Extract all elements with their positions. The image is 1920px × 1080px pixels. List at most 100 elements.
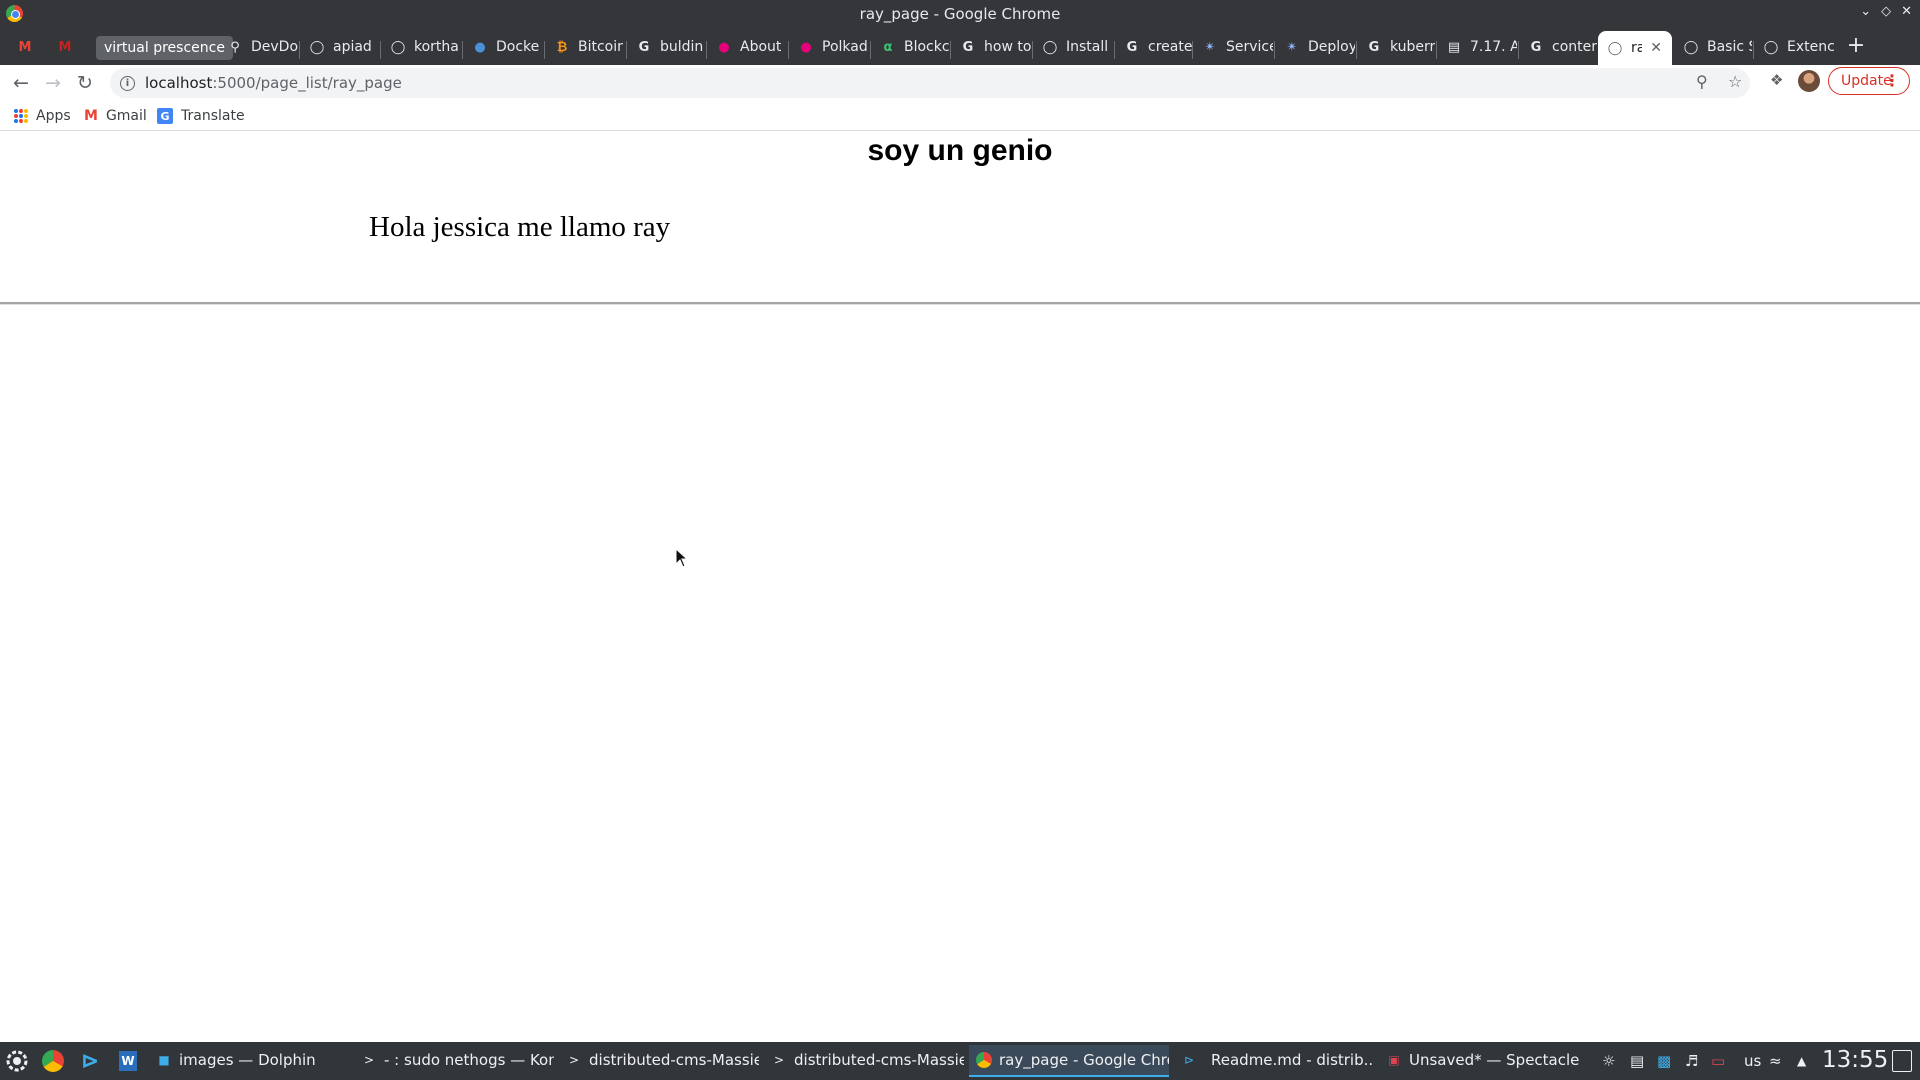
tab-devdo[interactable]: ⚲ DevDo [218,32,298,62]
tab-basic[interactable]: ◯ Basic S [1674,32,1752,62]
tab-label: DevDo [251,39,298,55]
terminal-icon: > [363,1053,375,1067]
task-label: Unsaved* — Spectacle [1409,1051,1579,1069]
tab-label: conter [1552,39,1597,55]
task-konsole-cms-2[interactable]: > distributed-cms-Massie... [764,1045,964,1077]
blockchain-icon: α [883,39,893,55]
terminal-icon: > [568,1053,580,1067]
bookmark-star-icon[interactable]: ☆ [1728,72,1742,91]
new-tab-button[interactable]: + [1844,32,1868,58]
tab-install[interactable]: ◯ Install [1033,32,1113,62]
google-icon: G [962,39,974,55]
globe-icon: ◯ [1042,39,1058,55]
tab-blockchain[interactable]: α Blockc [871,32,949,62]
vscode-icon: ⊳ [1183,1053,1195,1067]
chrome-icon [976,1052,992,1068]
site-info-icon[interactable]: i [120,75,135,91]
google-icon: G [1530,39,1542,55]
bookmark-apps[interactable]: Apps [14,106,71,126]
tab-label: Service [1226,39,1273,55]
tab-docker[interactable]: ● Docke [463,32,541,62]
url-host: localhost [145,74,213,92]
tab-label: Deploy [1308,39,1355,55]
spectacle-icon: ▣ [1388,1053,1400,1067]
vscode-icon: ⊳ [80,1048,100,1074]
zoom-icon[interactable]: ⚲ [1696,72,1708,91]
tab-bitcoin[interactable]: ₿ Bitcoin [545,32,623,62]
tray-expand-icon[interactable]: ▲ [1797,1054,1806,1068]
tab-gmail-1[interactable]: M [8,32,44,62]
tab-label: Extenc [1787,39,1834,55]
tab-strip: M M virtual prescence ⚲ DevDo ◯ apiad ( … [0,27,1920,65]
tab-label: Blockc [904,39,949,55]
extensions-puzzle-icon[interactable]: ❖ [1770,71,1783,89]
chrome-launcher[interactable] [40,1048,66,1074]
tab-gmail-2[interactable]: M [48,32,84,62]
plus-icon: + [1846,32,1866,58]
minimize-icon[interactable]: ⌄ [1860,4,1871,19]
battery-icon[interactable]: ▭ [1711,1052,1725,1070]
kde-gear-icon [6,1050,28,1072]
terminal-icon: > [773,1053,785,1067]
update-button[interactable]: Update ⋮ [1828,67,1910,95]
chrome-logo-icon [6,5,23,22]
tab-group-virtual-prescence[interactable]: virtual prescence [96,36,233,60]
tab-polkadot[interactable]: ● Polkad [789,32,869,62]
task-label: distributed-cms-Massie... [794,1051,964,1069]
tab-kubern[interactable]: G kuberr [1357,32,1435,62]
bookmark-label: Translate [181,108,245,124]
tab-label: Install [1066,39,1109,55]
gmail-icon: M [18,39,32,55]
tab-how-to[interactable]: G how to [951,32,1031,62]
task-chrome-ray-page[interactable]: ray_page - Google Chro... [969,1045,1169,1077]
reload-icon: ↻ [77,72,93,94]
tab-7-17[interactable]: ▤ 7.17. A [1437,32,1517,62]
clipboard-icon[interactable]: ▤ [1630,1052,1644,1070]
keyboard-layout[interactable]: us [1744,1052,1761,1070]
maximize-icon[interactable]: ◇ [1881,4,1891,19]
show-desktop-button[interactable] [1892,1050,1912,1072]
writer-launcher[interactable]: W [115,1048,141,1074]
task-dolphin[interactable]: ■ images — Dolphin [149,1045,349,1077]
address-bar[interactable]: i localhost:5000/page_list/ray_page [110,68,1750,98]
reload-button[interactable]: ↻ [73,71,97,95]
bookmark-gmail[interactable]: M Gmail [84,106,147,126]
close-window-icon[interactable]: ✕ [1901,4,1912,19]
tab-conter[interactable]: G conter [1519,32,1597,62]
tab-service[interactable]: ✴ Service [1193,32,1273,62]
clock[interactable]: 13:55 [1822,1047,1888,1073]
bookmark-label: Apps [36,108,71,124]
vscode-launcher[interactable]: ⊳ [77,1048,103,1074]
task-vscode-readme[interactable]: ⊳ Readme.md - distrib... [1174,1045,1374,1077]
volume-icon[interactable]: ♬ [1685,1052,1698,1070]
back-button[interactable]: ← [9,71,33,95]
task-spectacle[interactable]: ▣ Unsaved* — Spectacle [1379,1045,1579,1077]
wifi-icon[interactable]: ≈ [1769,1052,1782,1070]
task-konsole-cms-1[interactable]: > distributed-cms-Massie... [559,1045,759,1077]
tab-deploy[interactable]: ✴ Deploy [1275,32,1355,62]
tab-buldin[interactable]: G buldin [627,32,705,62]
page-paragraph: Hola jessica me llamo ray [369,211,671,243]
profile-avatar[interactable] [1798,70,1820,92]
tab-ray-active[interactable]: ◯ ray ✕ [1598,31,1672,65]
tab-create[interactable]: G create [1115,32,1195,62]
tab-extension[interactable]: ◯ Extenc [1754,32,1834,62]
tab-about[interactable]: ● About [707,32,787,62]
polkadot-icon: ● [718,39,730,55]
tab-label: kuberr [1390,39,1435,55]
writer-icon: W [119,1051,137,1071]
tab-label: 7.17. A [1470,39,1517,55]
bookmark-translate[interactable]: G Translate [157,106,245,126]
app-launcher-button[interactable] [4,1048,30,1074]
tab-apiad[interactable]: ◯ apiad ( [300,32,376,62]
forward-button[interactable]: → [41,71,65,95]
notifications-icon[interactable]: ▩ [1657,1052,1671,1070]
translate-icon: G [157,108,173,124]
window-controls: ⌄ ◇ ✕ [1860,4,1912,19]
network-manager-icon[interactable]: ☼ [1602,1052,1615,1070]
close-tab-icon[interactable]: ✕ [1650,40,1662,56]
github-icon: ◯ [309,39,325,55]
task-konsole-nethogs[interactable]: > - : sudo nethogs — Kon... [354,1045,554,1077]
tab-kortha[interactable]: ◯ kortha [381,32,459,62]
tab-label: Bitcoin [578,39,623,55]
